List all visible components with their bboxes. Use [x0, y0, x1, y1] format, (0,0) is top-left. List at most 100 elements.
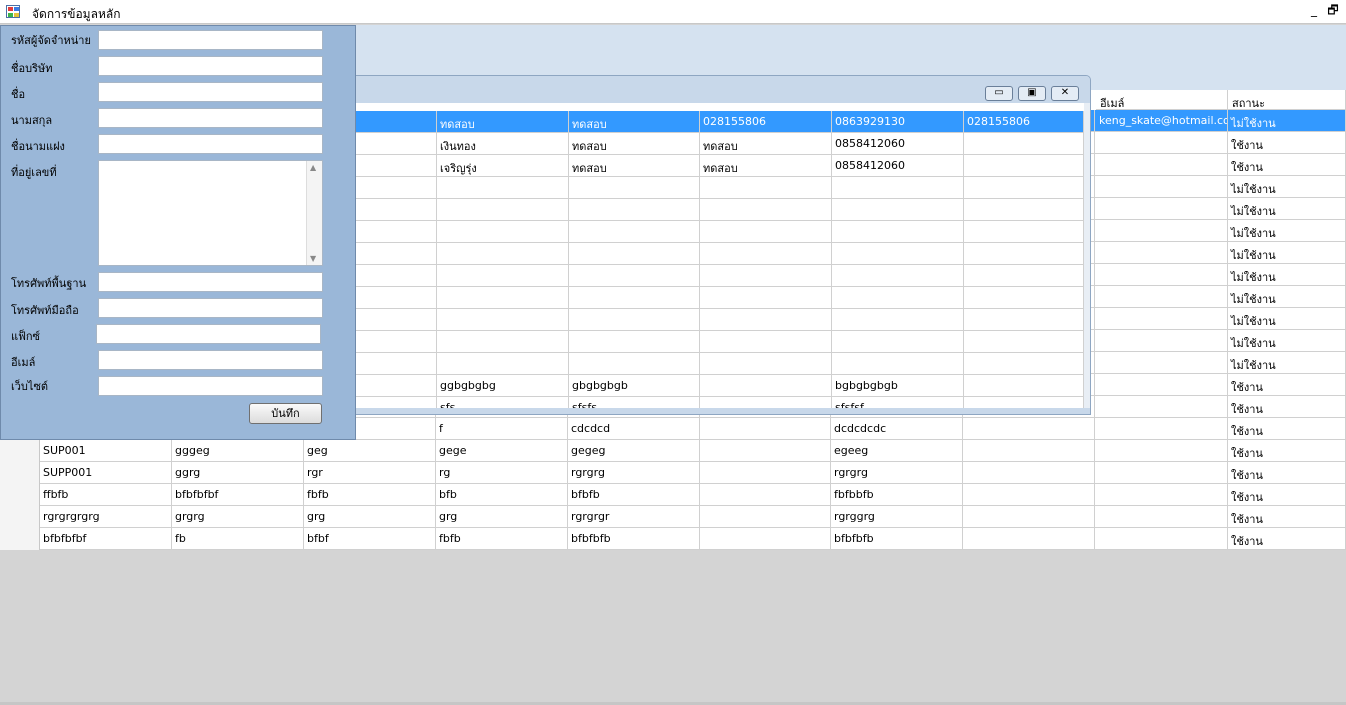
table-cell[interactable]: bfbfbfbf	[40, 528, 172, 550]
table-cell[interactable]	[964, 155, 1084, 177]
table-cell[interactable]: sfsfs	[569, 397, 700, 408]
row-header[interactable]	[0, 506, 40, 528]
table-row[interactable]: เจริญรุ่ง ทดสอบ ทดสอบ 0858412060	[351, 155, 1084, 177]
email-input[interactable]	[98, 350, 323, 370]
table-cell[interactable]	[569, 177, 700, 199]
table-cell[interactable]: gegeg	[568, 440, 700, 462]
table-cell[interactable]: ใช้งาน	[1228, 462, 1346, 484]
table-cell[interactable]	[569, 309, 700, 331]
table-cell[interactable]	[963, 462, 1095, 484]
table-cell[interactable]	[699, 418, 831, 440]
table-cell[interactable]: grgrg	[172, 506, 304, 528]
minimize-icon[interactable]: _	[1305, 3, 1323, 19]
table-cell[interactable]	[964, 353, 1084, 375]
child-close-icon[interactable]: ✕	[1051, 86, 1079, 101]
address-scrollbar[interactable]: ▲ ▼	[306, 161, 322, 265]
table-cell[interactable]: ไม่ใช้งาน	[1228, 220, 1346, 242]
table-cell[interactable]: ใช้งาน	[1228, 506, 1346, 528]
table-row[interactable]	[351, 243, 1084, 265]
column-header-status[interactable]: สถานะ	[1228, 90, 1346, 110]
table-cell[interactable]	[1096, 440, 1228, 462]
table-cell[interactable]	[437, 287, 569, 309]
table-cell[interactable]: 0858412060	[832, 133, 964, 155]
table-cell[interactable]: rgrgrg	[568, 462, 700, 484]
table-cell[interactable]	[832, 331, 964, 353]
child-maximize-icon[interactable]: ▣	[1018, 86, 1046, 101]
table-cell[interactable]	[437, 221, 569, 243]
table-cell[interactable]	[351, 243, 437, 265]
table-cell[interactable]: เงินทอง	[437, 133, 569, 155]
table-cell[interactable]	[1096, 176, 1228, 198]
table-cell[interactable]	[700, 397, 832, 408]
table-row[interactable]	[351, 177, 1084, 199]
table-row[interactable]: SUPP001 ggrg rgr rg rgrgrg rgrgrg ใช้งาน	[0, 462, 1346, 484]
table-cell[interactable]	[351, 111, 437, 133]
child-scrollbar[interactable]	[1084, 103, 1090, 408]
table-cell[interactable]: ใช้งาน	[1228, 396, 1346, 418]
table-cell[interactable]	[1096, 154, 1228, 176]
table-cell[interactable]	[700, 287, 832, 309]
table-cell[interactable]: fbfb	[304, 484, 436, 506]
table-cell[interactable]	[832, 177, 964, 199]
table-cell[interactable]: ไม่ใช้งาน	[1228, 352, 1346, 374]
table-row[interactable]: sfs sfsfs sfsfsf	[351, 397, 1084, 408]
table-cell[interactable]	[964, 221, 1084, 243]
table-cell[interactable]: bfb	[436, 484, 568, 506]
table-cell[interactable]	[351, 397, 437, 408]
table-cell[interactable]: gbgbgbgb	[569, 375, 700, 397]
table-cell[interactable]: keng_skate@hotmail.com	[1096, 110, 1228, 132]
table-cell[interactable]	[351, 177, 437, 199]
child-title-bar[interactable]: ▭ ▣ ✕	[351, 76, 1090, 106]
table-cell[interactable]	[1096, 528, 1228, 550]
table-cell[interactable]	[1096, 132, 1228, 154]
row-header[interactable]	[0, 528, 40, 550]
table-cell[interactable]: ไม่ใช้งาน	[1228, 110, 1346, 132]
table-cell[interactable]	[351, 309, 437, 331]
mobile-input[interactable]	[98, 298, 323, 318]
table-cell[interactable]	[1096, 198, 1228, 220]
table-cell[interactable]: 0863929130	[832, 111, 964, 133]
table-cell[interactable]	[700, 243, 832, 265]
table-cell[interactable]: rgrgrgrgrg	[40, 506, 172, 528]
table-cell[interactable]	[569, 287, 700, 309]
table-row[interactable]	[351, 221, 1084, 243]
table-cell[interactable]	[963, 484, 1095, 506]
table-cell[interactable]: bfbfbfbf	[172, 484, 304, 506]
table-cell[interactable]: rgr	[304, 462, 436, 484]
table-cell[interactable]: ใช้งาน	[1228, 528, 1346, 550]
table-cell[interactable]	[1096, 286, 1228, 308]
table-cell[interactable]: ไม่ใช้งาน	[1228, 330, 1346, 352]
table-cell[interactable]	[832, 221, 964, 243]
table-row[interactable]: ทดสอบ ทดสอบ 028155806 0863929130 028155806	[351, 111, 1084, 133]
table-cell[interactable]	[699, 440, 831, 462]
table-row[interactable]: ggbgbgbg gbgbgbgb bgbgbgbgb	[351, 375, 1084, 397]
table-cell[interactable]: f	[436, 418, 568, 440]
table-cell[interactable]	[1096, 352, 1228, 374]
table-row[interactable]	[351, 353, 1084, 375]
table-cell[interactable]: ไม่ใช้งาน	[1228, 308, 1346, 330]
table-cell[interactable]	[832, 199, 964, 221]
table-cell[interactable]: SUPP001	[40, 462, 172, 484]
table-cell[interactable]: bfbf	[304, 528, 436, 550]
column-header-email[interactable]: อีเมล์	[1096, 90, 1228, 110]
table-cell[interactable]: fbfbbfb	[831, 484, 963, 506]
table-row[interactable]: SUP001 gggeg geg gege gegeg egeeg ใช้งาน	[0, 440, 1346, 462]
table-cell[interactable]	[963, 506, 1095, 528]
row-header[interactable]	[0, 462, 40, 484]
fax-input[interactable]	[96, 324, 321, 344]
table-cell[interactable]: rg	[436, 462, 568, 484]
table-cell[interactable]: ใช้งาน	[1228, 484, 1346, 506]
table-cell[interactable]	[832, 243, 964, 265]
scroll-down-icon[interactable]: ▼	[310, 254, 316, 263]
table-cell[interactable]: grg	[304, 506, 436, 528]
table-row[interactable]: rgrgrgrgrg grgrg grg grg rgrgrgr rgrggrg ใช้งา…	[0, 506, 1346, 528]
table-cell[interactable]	[1096, 396, 1228, 418]
table-cell[interactable]: grg	[436, 506, 568, 528]
table-cell[interactable]	[699, 528, 831, 550]
table-cell[interactable]	[569, 353, 700, 375]
table-cell[interactable]: ทดสอบ	[437, 111, 569, 133]
table-row[interactable]: ffbfb bfbfbfbf fbfb bfb bfbfb fbfbbfb ใช้งาน	[0, 484, 1346, 506]
company-name-input[interactable]	[98, 56, 323, 76]
table-cell[interactable]	[700, 375, 832, 397]
table-cell[interactable]	[437, 177, 569, 199]
